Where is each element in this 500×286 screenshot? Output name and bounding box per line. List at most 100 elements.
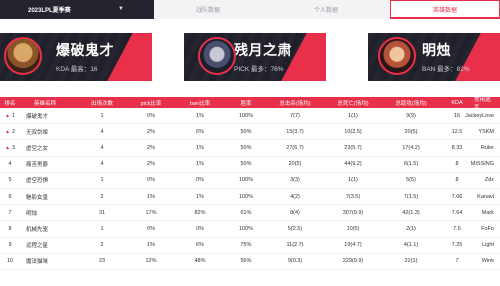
- column-header[interactable]: 总助攻(场均): [382, 97, 440, 108]
- win-rate-cell: 50%: [240, 128, 252, 135]
- hero-card-name: 明烛: [422, 42, 451, 58]
- table-row[interactable]: ▲ 2 无双剑姬 4 2% 6% 50% 15(3.7) 10(2.5) 20(5) 12.5 YSK…: [0, 124, 500, 141]
- hero-name-cell: 远程之星: [26, 243, 49, 250]
- player-cell: Wink: [481, 258, 494, 265]
- table-row[interactable]: 7 明烛 31 17% 82% 61% 8(4) 307(9.9) 42(1.3) 7.64 Mar…: [0, 205, 500, 222]
- table-row[interactable]: 10 魔法猫咪 23 12% 48% 56% 9(0.3) 229(9.9) 22(1) 7 Win…: [0, 253, 500, 270]
- column-header[interactable]: pick比率: [128, 97, 174, 108]
- season-select-label: 2023LPL夏季赛: [28, 8, 71, 14]
- appearances-cell: 23: [98, 258, 106, 265]
- hero-card-stat: PICK 最多：76%: [234, 63, 284, 73]
- rank-change-icon: ▲: [4, 128, 10, 135]
- pick-rate-cell: 1%: [147, 193, 155, 200]
- hero-avatar: [378, 37, 416, 75]
- kda-cell: 7: [455, 258, 459, 265]
- assists-cell: 6(1.5): [403, 161, 419, 168]
- deaths-cell: 19(4.7): [344, 242, 362, 249]
- rank-number: 3: [11, 144, 15, 151]
- kills-cell: 15(3.7): [286, 128, 304, 135]
- rank-number: 7: [8, 209, 12, 216]
- kda-cell: 8: [455, 161, 459, 168]
- kills-cell: 8(4): [290, 209, 300, 216]
- hero-avatar: [198, 37, 236, 75]
- table-row[interactable]: ▲ 1 爆破鬼才 1 0% 1% 100% 7(7) 1(1) 9(9) 16 JackeyLove: [0, 108, 500, 125]
- ban-rate-cell: 1%: [196, 193, 204, 200]
- kda-cell: 7.25: [451, 242, 463, 249]
- assists-cell: 9(9): [406, 112, 416, 119]
- appearances-cell: 1: [100, 225, 104, 232]
- kda-cell: 8: [455, 177, 459, 184]
- player-cell: Ruler: [480, 144, 494, 151]
- table-row[interactable]: 8 机械先驱 1 0% 0% 100% 5(2.5) 10(5) 2(1) 7.5 FoFo: [0, 221, 500, 238]
- tab-player-data[interactable]: 个人数据: [262, 0, 390, 19]
- tab-hero-data[interactable]: 英雄数据: [390, 0, 500, 19]
- column-header[interactable]: KDA: [440, 97, 474, 108]
- deaths-cell: 1(1): [348, 177, 358, 184]
- player-cell: Light: [482, 242, 494, 249]
- win-rate-cell: 100%: [238, 225, 254, 232]
- table-row[interactable]: 9 远程之星 2 1% 6% 75% 11(2.7) 19(4.7) 4(1.1) 7.25 Lig…: [0, 238, 500, 254]
- rank-number: 2: [11, 128, 15, 135]
- tab-team-data[interactable]: 战队数据: [154, 0, 262, 19]
- deaths-cell: 10(2.5): [344, 128, 362, 135]
- pick-rate-cell: 0%: [147, 225, 155, 232]
- rank-cell: 6: [0, 189, 20, 204]
- column-header[interactable]: 总击杀(场均): [266, 97, 324, 108]
- hero-name-cell: 明烛: [26, 210, 38, 217]
- appearances-cell: 31: [98, 209, 106, 216]
- assists-cell: 17(4.2): [402, 144, 420, 151]
- assists-cell: 20(5): [404, 128, 418, 135]
- player-cell: Mark: [481, 209, 494, 216]
- rank-change-icon: ▲: [4, 144, 10, 151]
- hero-name-cell: 魔法猫咪: [26, 259, 49, 266]
- column-header[interactable]: 出场次数: [76, 97, 128, 108]
- column-header[interactable]: 总死亡(场均): [324, 97, 382, 108]
- table-row[interactable]: ▲ 3 虚空之女 4 2% 1% 50% 27(6.7) 23(5.7) 17(4.2) 8.33 R…: [0, 140, 500, 157]
- rank-cell: ▲ 1: [0, 108, 20, 123]
- kda-cell: 7.66: [451, 193, 463, 200]
- kda-cell: 7.5: [453, 225, 461, 232]
- rank-number: 5: [8, 177, 12, 184]
- ban-rate-cell: 6%: [196, 242, 204, 249]
- table-row[interactable]: 4 痛苦男爵 4 2% 1% 50% 20(5) 44(9.2) 6(1.5) 8 MISSING: [0, 156, 500, 173]
- rank-number: 4: [8, 161, 12, 168]
- hero-card-stat-label: PICK 最多：: [234, 66, 271, 73]
- season-select[interactable]: 2023LPL夏季赛 ▼: [0, 0, 154, 19]
- column-header[interactable]: 排名: [0, 97, 20, 108]
- kills-cell: 7(7): [290, 112, 300, 119]
- kills-cell: 27(6.7): [286, 144, 304, 151]
- tab-bar: 2023LPL夏季赛 ▼ 战队数据 个人数据 英雄数据: [0, 0, 500, 19]
- kills-cell: 4(2): [290, 193, 300, 200]
- column-header[interactable]: 胜率: [226, 97, 266, 108]
- kda-cell: 12.5: [451, 128, 463, 135]
- win-rate-cell: 100%: [238, 193, 254, 200]
- table-row[interactable]: 5 虚空恐惧 1 0% 0% 100% 3(3) 1(1) 5(5) 8 Zdz: [0, 173, 500, 189]
- rank-cell: ▲ 2: [0, 124, 20, 139]
- chevron-down-icon: ▼: [118, 6, 124, 12]
- win-rate-cell: 100%: [238, 177, 254, 184]
- kills-cell: 5(2.5): [287, 225, 303, 232]
- deaths-cell: 23(5.7): [344, 144, 362, 151]
- rank-number: 9: [8, 242, 12, 249]
- pick-rate-cell: 0%: [147, 177, 155, 184]
- table-row[interactable]: 6 魅影女皇 2 1% 1% 100% 4(2) 7(3.5) 7(1.5) 7.66 Kanavi: [0, 188, 500, 206]
- column-header[interactable]: 英雄名称: [20, 97, 76, 108]
- column-header[interactable]: 常用选手: [474, 97, 500, 111]
- assists-cell: 42(1.3): [402, 209, 420, 216]
- ban-rate-cell: 0%: [196, 225, 204, 232]
- win-rate-cell: 56%: [240, 258, 252, 265]
- win-rate-cell: 100%: [238, 112, 254, 119]
- appearances-cell: 2: [100, 242, 104, 249]
- hero-avatar: [4, 37, 42, 75]
- appearances-cell: 1: [100, 177, 104, 184]
- rank-number: 6: [8, 193, 12, 200]
- hero-name-cell: 机械先驱: [26, 226, 49, 233]
- hero-name-cell: 虚空之女: [26, 145, 49, 152]
- column-header[interactable]: ban比率: [174, 97, 226, 108]
- appearances-cell: 2: [100, 193, 104, 200]
- hero-card-stat: KDA 最高：16: [56, 63, 98, 73]
- player-cell: FoFo: [481, 225, 494, 232]
- rank-number: 10: [6, 258, 14, 265]
- rank-number: 8: [8, 225, 12, 232]
- ban-rate-cell: 1%: [196, 112, 204, 119]
